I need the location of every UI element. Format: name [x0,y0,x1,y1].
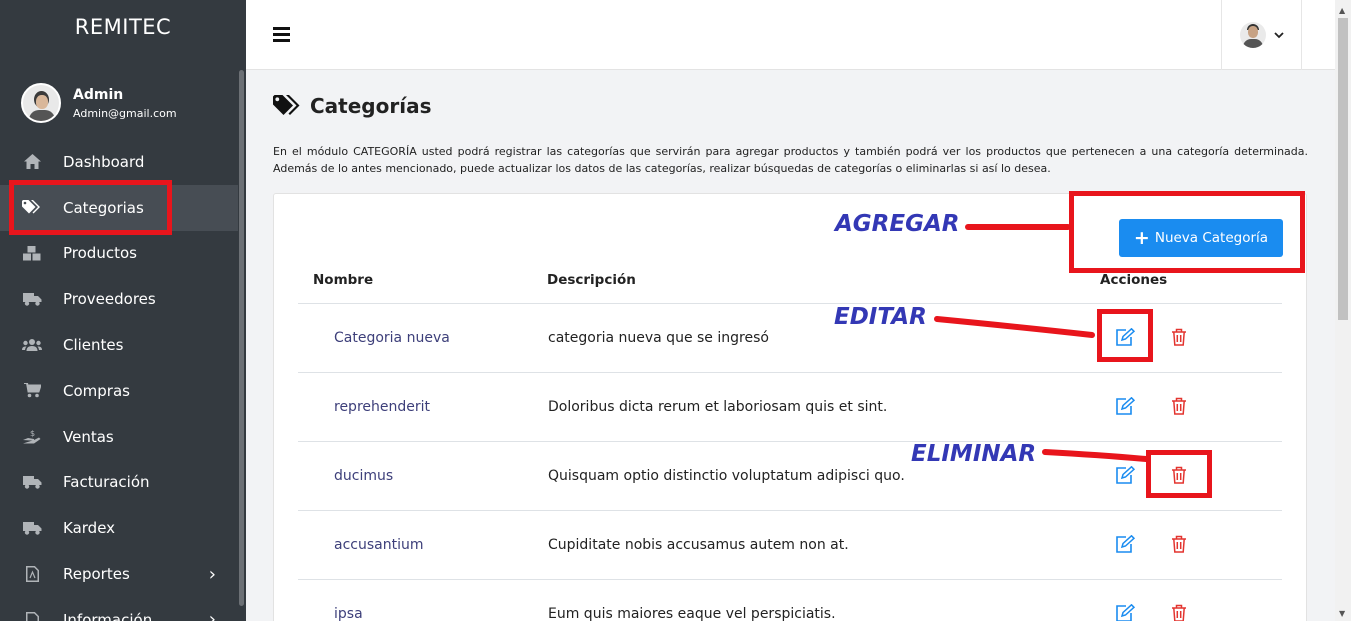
annotation-edit-label: EDITAR [834,304,927,330]
annotation-delete-label: ELIMINAR [911,441,1037,467]
annotation-add-label: AGREGAR [835,211,960,237]
annotation-arrows [934,224,1149,462]
